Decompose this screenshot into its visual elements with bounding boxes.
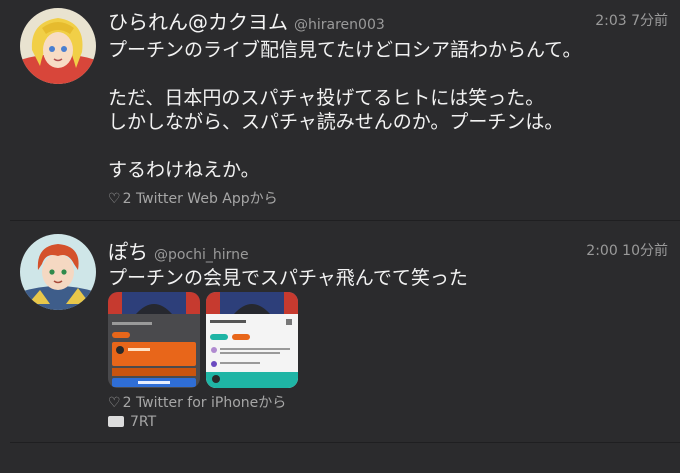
tweet-meta: ♡ 2 Twitter for iPhoneから [108,392,286,412]
tweet-text: プーチンのライブ配信見てたけどロシア語わからんて。 ただ、日本円のスパチャ投げて… [108,38,668,182]
tweet-source: Twitter for iPhoneから [135,395,287,411]
tweet-header: ひられん@カクヨム @hiraren003 2:03 7分前 [108,6,668,35]
retweet-info: 7RT [108,414,156,430]
heart-icon[interactable]: ♡ [108,395,121,411]
timestamp[interactable]: 2:00 10分前 [586,240,668,260]
retweet-icon[interactable] [108,416,124,427]
tweet-line: するわけねえか。 [108,159,260,181]
like-count: 2 [122,395,132,411]
tweet-line: しかしながら、スパチャ読みせんのか。プーチンは。 [108,111,564,133]
tweet-source: Twitter Web Appから [135,191,278,207]
tweet-line: プーチンの会見でスパチャ飛んでて笑った [108,267,468,289]
tweet-meta: ♡ 2 Twitter Web Appから [108,188,278,208]
tweet-header: ぽち @pochi_hirne 2:00 10分前 [108,236,668,265]
tweet[interactable]: ひられん@カクヨム @hiraren003 2:03 7分前 プーチンのライブ配信… [10,0,680,221]
display-name[interactable]: ひられん@カクヨム @hiraren003 [108,6,385,35]
media-thumbnail[interactable] [206,292,298,388]
tweet-text: プーチンの会見でスパチャ飛んでて笑った [108,266,668,290]
display-name-text[interactable]: ぽち [108,240,148,264]
retweet-count: 7RT [130,414,157,430]
avatar[interactable] [20,8,96,84]
avatar[interactable] [20,234,96,310]
display-name[interactable]: ぽち @pochi_hirne [108,236,249,265]
tweet-line: プーチンのライブ配信見てたけどロシア語わからんて。 [108,39,582,61]
heart-icon[interactable]: ♡ [108,191,121,207]
media-thumbnail[interactable] [108,292,200,388]
user-handle[interactable]: @pochi_hirne [154,247,249,263]
timestamp[interactable]: 2:03 7分前 [595,10,668,30]
tweet[interactable]: ぽち @pochi_hirne 2:00 10分前 プーチンの会見でスパチャ飛んで… [10,222,680,443]
tweet-line: ただ、日本円のスパチャ投げてるヒトには笑った。 [108,87,545,109]
like-count: 2 [122,191,132,207]
display-name-text[interactable]: ひられん@カクヨム [108,10,288,34]
user-handle[interactable]: @hiraren003 [294,17,385,33]
